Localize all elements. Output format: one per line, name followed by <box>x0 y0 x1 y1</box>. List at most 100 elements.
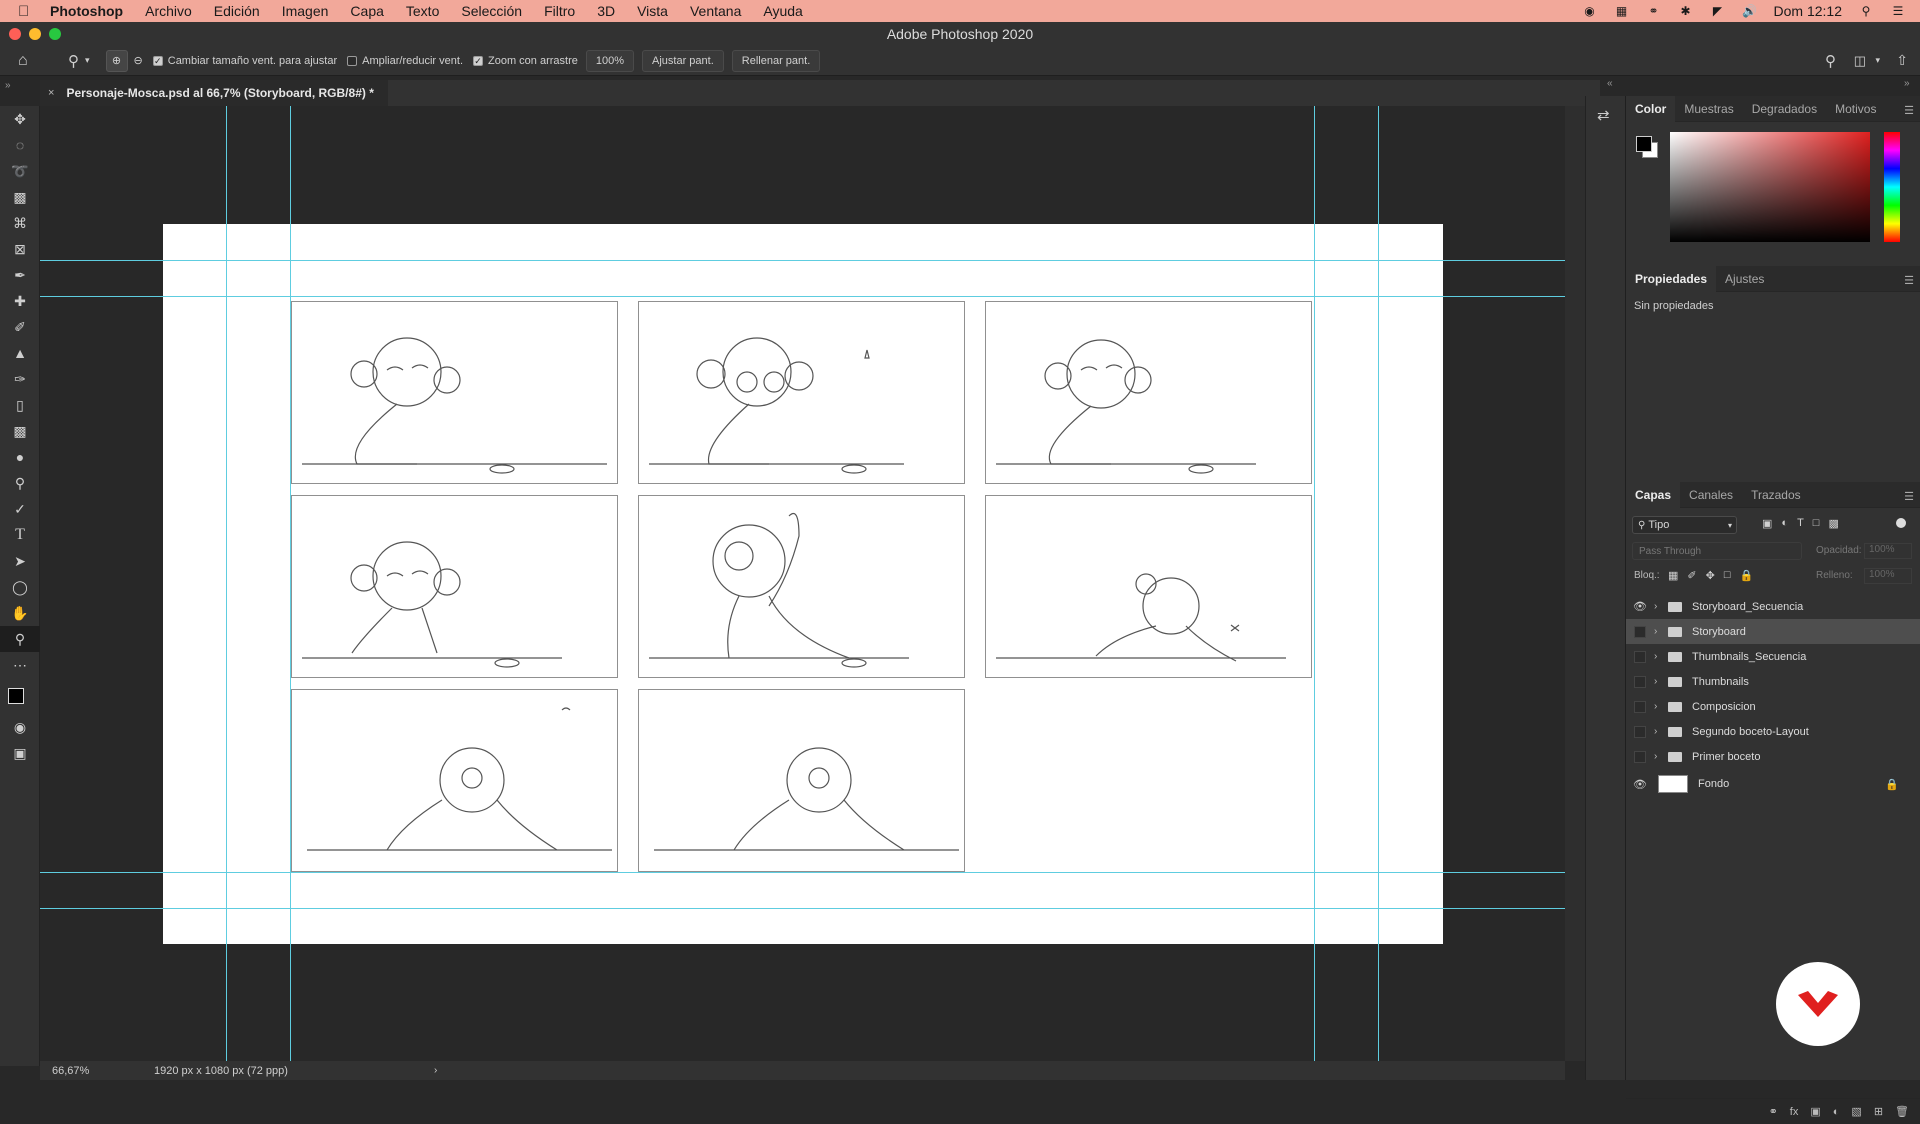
new-group-icon[interactable]: ▧ <box>1851 1105 1861 1118</box>
tab-motivos[interactable]: Motivos <box>1826 96 1885 122</box>
bluetooth-icon[interactable]: ✱ <box>1678 4 1694 18</box>
guide-vertical[interactable] <box>226 106 227 1061</box>
volume-icon[interactable]: 🔊 <box>1742 4 1758 18</box>
menu-archivo[interactable]: Archivo <box>145 3 192 19</box>
opacity-field[interactable]: 100% <box>1864 543 1912 559</box>
spotlight-icon[interactable]: ⚲ <box>1858 4 1874 18</box>
close-window-button[interactable] <box>9 28 21 40</box>
chevron-right-icon[interactable]: › <box>1654 676 1668 687</box>
wifi-icon[interactable]: ◤ <box>1710 4 1726 18</box>
crop-tool-icon[interactable]: ⌘ <box>0 210 40 236</box>
fill-field[interactable]: 100% <box>1864 568 1912 584</box>
visibility-toggle[interactable] <box>1634 675 1646 688</box>
lock-position-icon[interactable]: ✥ <box>1706 569 1715 582</box>
zoom-value-field[interactable]: 100% <box>585 49 635 72</box>
zoom-tool-preset-icon[interactable]: ⚲ <box>68 52 79 70</box>
path-selection-tool-icon[interactable]: ➤ <box>0 548 40 574</box>
layer-row[interactable]: 👁 › Storyboard_Secuencia <box>1626 594 1920 619</box>
panel-menu-icon[interactable]: ☰ <box>1904 104 1914 117</box>
color-field[interactable] <box>1670 132 1870 242</box>
layer-row[interactable]: › Thumbnails_Secuencia <box>1626 644 1920 669</box>
hand-tool-icon[interactable]: ✋ <box>0 600 40 626</box>
document-canvas[interactable] <box>163 224 1443 944</box>
collapse-strip-icon[interactable]: « <box>1607 78 1613 89</box>
guide-vertical[interactable] <box>1378 106 1379 1061</box>
pen-tool-icon[interactable]: ✓ <box>0 496 40 522</box>
tab-ajustes[interactable]: Ajustes <box>1716 266 1773 292</box>
visibility-toggle[interactable] <box>1634 650 1646 663</box>
zoom-out-icon[interactable]: ⊖ <box>134 54 143 67</box>
dodge-tool-icon[interactable]: ⚲ <box>0 470 40 496</box>
document-tab[interactable]: × Personaje-Mosca.psd al 66,7% (Storyboa… <box>40 80 388 106</box>
delete-layer-icon[interactable]: 🗑 <box>1895 1105 1909 1118</box>
adjustment-filter-icon[interactable]: ◐ <box>1781 517 1788 530</box>
layer-filter-select[interactable]: ⚲ Tipo ▾ <box>1632 516 1737 534</box>
workspace-icon[interactable]: ◫ <box>1854 53 1866 69</box>
menu-filtro[interactable]: Filtro <box>544 3 575 19</box>
layer-row[interactable]: 👁 Fondo 🔒 <box>1626 770 1920 798</box>
fit-screen-button[interactable]: Ajustar pant. <box>642 49 724 72</box>
foreground-color-swatch[interactable] <box>8 688 24 704</box>
more-tools-icon[interactable]: ⋯ <box>0 652 40 678</box>
guide-vertical[interactable] <box>1314 106 1315 1061</box>
record-icon[interactable]: ◉ <box>1582 4 1598 18</box>
gradient-tool-icon[interactable]: ▩ <box>0 418 40 444</box>
layer-row[interactable]: › Composicion <box>1626 694 1920 719</box>
panel-menu-icon[interactable]: ☰ <box>1904 490 1914 503</box>
tab-degradados[interactable]: Degradados <box>1743 96 1826 122</box>
close-tab-icon[interactable]: × <box>48 87 54 99</box>
move-tool-icon[interactable]: ✥ <box>0 106 40 132</box>
layer-row[interactable]: › Segundo boceto-Layout <box>1626 719 1920 744</box>
vertical-scrollbar[interactable] <box>1565 106 1585 1061</box>
image-filter-icon[interactable]: ▣ <box>1762 517 1772 530</box>
eraser-tool-icon[interactable]: ▯ <box>0 392 40 418</box>
new-layer-icon[interactable]: ⊞ <box>1874 1105 1883 1118</box>
tab-muestras[interactable]: Muestras <box>1675 96 1742 122</box>
layer-row[interactable]: › Primer boceto <box>1626 744 1920 769</box>
apple-icon[interactable]:  <box>18 3 40 20</box>
display-icon[interactable]: ▦ <box>1614 4 1630 18</box>
menu-3d[interactable]: 3D <box>597 3 615 19</box>
healing-brush-tool-icon[interactable]: ✚ <box>0 288 40 314</box>
tab-capas[interactable]: Capas <box>1626 481 1681 508</box>
type-tool-icon[interactable]: T <box>0 522 40 548</box>
resize-windows-checkbox[interactable]: ✓ Cambiar tamaño vent. para ajustar <box>152 55 337 67</box>
history-panel-icon[interactable]: ⇄ <box>1597 106 1625 124</box>
tab-propiedades[interactable]: Propiedades <box>1626 265 1717 292</box>
guide-horizontal[interactable] <box>40 908 1565 909</box>
type-filter-icon[interactable]: T <box>1797 517 1804 530</box>
chevron-down-icon[interactable]: ▾ <box>85 55 90 66</box>
layer-row[interactable]: › Thumbnails <box>1626 669 1920 694</box>
tab-trazados[interactable]: Trazados <box>1742 482 1810 508</box>
clock[interactable]: Dom 12:12 <box>1774 3 1842 19</box>
lasso-tool-icon[interactable]: ➰ <box>0 158 40 184</box>
menu-imagen[interactable]: Imagen <box>282 3 329 19</box>
zoom-tool-icon[interactable]: ⚲ <box>0 626 40 652</box>
zoom-level[interactable]: 66,67% <box>52 1065 142 1077</box>
share-icon[interactable]: ⇧ <box>1896 52 1908 69</box>
chevron-down-icon[interactable]: ▾ <box>1875 55 1880 66</box>
menu-texto[interactable]: Texto <box>406 3 439 19</box>
lock-all-icon[interactable]: 🔒 <box>1740 569 1754 582</box>
fill-screen-button[interactable]: Rellenar pant. <box>731 49 821 72</box>
layer-row[interactable]: › Storyboard <box>1626 619 1920 644</box>
add-mask-icon[interactable]: ▣ <box>1810 1105 1820 1118</box>
chevron-right-icon[interactable]: › <box>1654 651 1668 662</box>
hue-slider[interactable] <box>1884 132 1900 242</box>
zoom-all-windows-checkbox[interactable]: Ampliar/reducir vent. <box>347 55 463 67</box>
ellipse-tool-icon[interactable]: ◯ <box>0 574 40 600</box>
expand-toolbar-icon[interactable]: » <box>5 80 11 91</box>
eyedropper-tool-icon[interactable]: ✒ <box>0 262 40 288</box>
clone-stamp-tool-icon[interactable]: ▲ <box>0 340 40 366</box>
eye-icon[interactable]: 👁 <box>1626 778 1654 791</box>
menu-ayuda[interactable]: Ayuda <box>763 3 802 19</box>
chevron-right-icon[interactable]: › <box>1654 601 1668 612</box>
blur-tool-icon[interactable]: ● <box>0 444 40 470</box>
guide-horizontal[interactable] <box>40 872 1565 873</box>
collapse-panels-icon[interactable]: » <box>1904 78 1910 89</box>
visibility-toggle[interactable] <box>1634 625 1646 638</box>
link-layers-icon[interactable]: ⚭ <box>1769 1105 1778 1118</box>
notification-center-icon[interactable]: ☰ <box>1890 4 1906 18</box>
menu-capa[interactable]: Capa <box>350 3 383 19</box>
menu-edicion[interactable]: Edición <box>214 3 260 19</box>
